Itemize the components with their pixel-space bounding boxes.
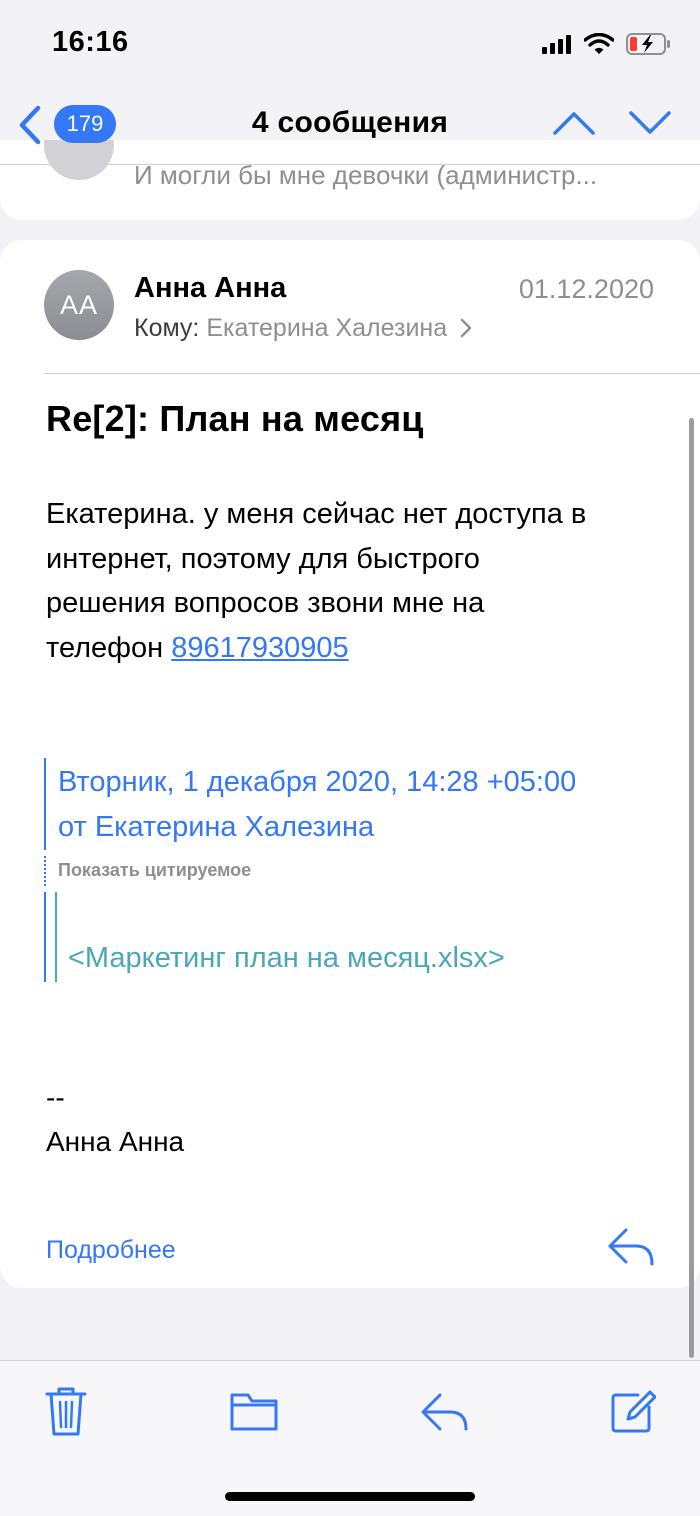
recipient-label: Кому:: [134, 314, 200, 342]
message-date: 01.12.2020: [518, 274, 654, 304]
quote-header: Вторник, 1 декабря 2020, 14:28 +05:00 от…: [58, 760, 576, 850]
cellular-signal-icon: [542, 35, 571, 54]
chevron-up-icon[interactable]: [552, 108, 596, 138]
chevron-right-icon: [460, 318, 472, 338]
attachment-link[interactable]: <Маркетинг план на месяц.xlsx>: [68, 942, 505, 975]
scrollbar[interactable]: [689, 418, 694, 1358]
message-body: Екатерина. у меня сейчас нет доступа в и…: [46, 492, 666, 670]
message-subject: Re[2]: План на месяц: [46, 398, 424, 439]
body-line: интернет, поэтому для быстрого: [46, 542, 480, 575]
reply-arrow-icon[interactable]: [606, 1224, 656, 1268]
reply-icon[interactable]: [418, 1385, 470, 1437]
quote-bar-inner: [55, 892, 57, 982]
status-bar: 16:16: [0, 0, 700, 88]
more-details-link[interactable]: Подробнее: [46, 1236, 176, 1265]
unread-count-badge[interactable]: 179: [54, 105, 116, 143]
chevron-down-icon[interactable]: [628, 108, 672, 138]
body-line: Екатерина. у меня сейчас нет доступа в: [46, 498, 587, 530]
nav-divider: [0, 164, 700, 165]
folder-icon[interactable]: [228, 1385, 280, 1437]
quote-dotted-bar: [44, 856, 46, 886]
body-line-phone: телефон 89617930905: [46, 626, 666, 671]
phone-link[interactable]: 89617930905: [171, 632, 348, 664]
sender-name[interactable]: Анна Анна: [134, 272, 286, 305]
status-time: 16:16: [52, 26, 129, 58]
quote-date-line: Вторник, 1 декабря 2020, 14:28 +05:00: [58, 766, 577, 798]
trash-icon[interactable]: [44, 1385, 88, 1437]
quote-from-line: от Екатерина Халезина: [58, 811, 375, 843]
status-icons: [542, 30, 672, 58]
body-line: телефон: [46, 631, 164, 664]
chevron-left-icon[interactable]: [14, 104, 44, 146]
body-line: решения вопросов звони мне на: [46, 587, 485, 619]
header-divider: [44, 373, 700, 374]
compose-icon[interactable]: [608, 1385, 656, 1437]
battery-low-charging-icon: [626, 33, 670, 55]
page-title: 4 сообщения: [251, 106, 449, 139]
home-indicator[interactable]: [225, 1492, 475, 1501]
recipient-name[interactable]: Екатерина Халезина: [206, 314, 447, 342]
message-card: AA Анна Анна 01.12.2020 Кому: Екатерина …: [0, 240, 700, 1288]
wifi-icon: [584, 33, 614, 54]
recipient-line[interactable]: Кому: Екатерина Халезина: [134, 314, 474, 343]
signature-name: Анна Анна: [46, 1126, 185, 1157]
quote-bar: [44, 758, 46, 850]
nav-bar: 179 4 сообщения: [0, 88, 700, 164]
quote-bar: [44, 892, 46, 982]
signature-separator: --: [46, 1082, 65, 1113]
avatar[interactable]: AA: [44, 270, 114, 340]
show-quoted-button[interactable]: Показать цитируемое: [58, 860, 251, 881]
